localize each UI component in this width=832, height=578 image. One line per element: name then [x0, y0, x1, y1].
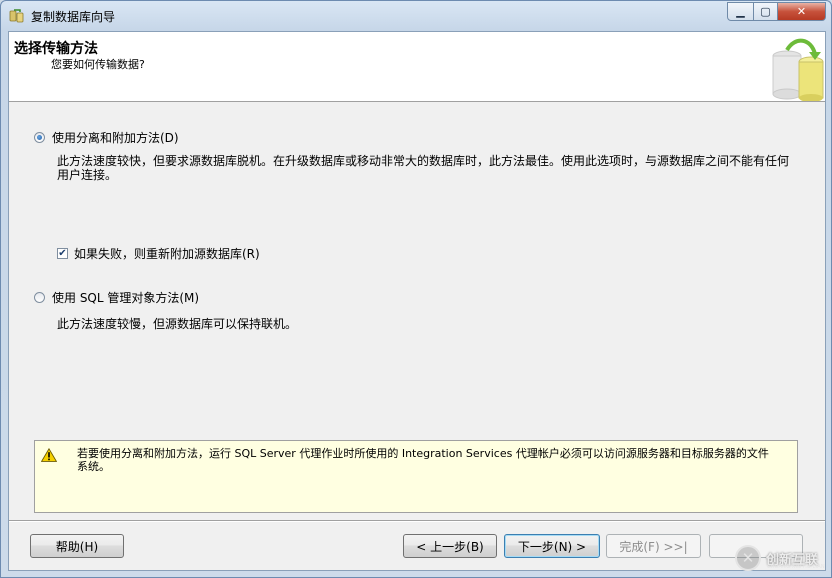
warning-text: 若要使用分离和附加方法，运行 SQL Server 代理作业时所使用的 Inte…: [77, 447, 769, 473]
page-header: 选择传输方法 您要如何传输数据?: [9, 32, 825, 102]
title-bar[interactable]: 复制数据库向导 ▁ ▢ ✕: [1, 1, 831, 31]
wizard-window: 复制数据库向导 ▁ ▢ ✕ 选择传输方法 您要如何传输数据? 使用分离和附加方法…: [0, 0, 832, 578]
page-subtitle: 您要如何传输数据?: [51, 58, 145, 71]
minimize-button[interactable]: ▁: [727, 2, 754, 21]
close-button[interactable]: ✕: [777, 2, 826, 21]
watermark-logo-icon: ✕: [735, 545, 761, 571]
watermark-subtitle: CHUANG XIN HU LIAN: [767, 564, 825, 570]
maximize-icon: ▢: [760, 5, 771, 18]
back-button[interactable]: < 上一步(B): [403, 534, 497, 558]
smo-label: 使用 SQL 管理对象方法(M): [52, 291, 200, 305]
reattach-checkbox[interactable]: ✔: [57, 248, 68, 259]
database-copy-icon: [772, 38, 824, 101]
maximize-button[interactable]: ▢: [753, 2, 778, 21]
reattach-option[interactable]: ✔ 如果失败，则重新附加源数据库(R): [57, 245, 260, 262]
smo-radio[interactable]: [34, 292, 45, 303]
wizard-app-icon: [9, 9, 24, 23]
detach-attach-radio[interactable]: [34, 132, 45, 143]
watermark-logo: ✕ 创新互联 CHUANG XIN HU LIAN: [729, 537, 831, 577]
footer-divider: [9, 520, 825, 522]
option-detach-attach[interactable]: 使用分离和附加方法(D): [34, 129, 179, 146]
wizard-client-area: 选择传输方法 您要如何传输数据? 使用分离和附加方法(D) 此方法速度较快，但要…: [8, 31, 826, 571]
smo-description: 此方法速度较慢，但源数据库可以保持联机。: [57, 317, 298, 331]
next-button[interactable]: 下一步(N) >: [504, 534, 600, 558]
warning-icon: [41, 448, 57, 462]
detach-attach-label: 使用分离和附加方法(D): [52, 131, 179, 145]
close-icon: ✕: [796, 5, 807, 18]
option-smo[interactable]: 使用 SQL 管理对象方法(M): [34, 289, 199, 306]
help-button[interactable]: 帮助(H): [30, 534, 124, 558]
reattach-label: 如果失败，则重新附加源数据库(R): [74, 247, 260, 261]
checkmark-icon: ✔: [58, 247, 67, 259]
detach-attach-description: 此方法速度较快，但要求源数据库脱机。在升级数据库或移动非常大的数据库时，此方法最…: [57, 154, 790, 182]
warning-panel: 若要使用分离和附加方法，运行 SQL Server 代理作业时所使用的 Inte…: [34, 440, 798, 513]
minimize-icon: ▁: [736, 5, 745, 18]
finish-button[interactable]: 完成(F) >>|: [606, 534, 701, 558]
page-title: 选择传输方法: [14, 41, 98, 57]
window-title: 复制数据库向导: [31, 10, 116, 24]
